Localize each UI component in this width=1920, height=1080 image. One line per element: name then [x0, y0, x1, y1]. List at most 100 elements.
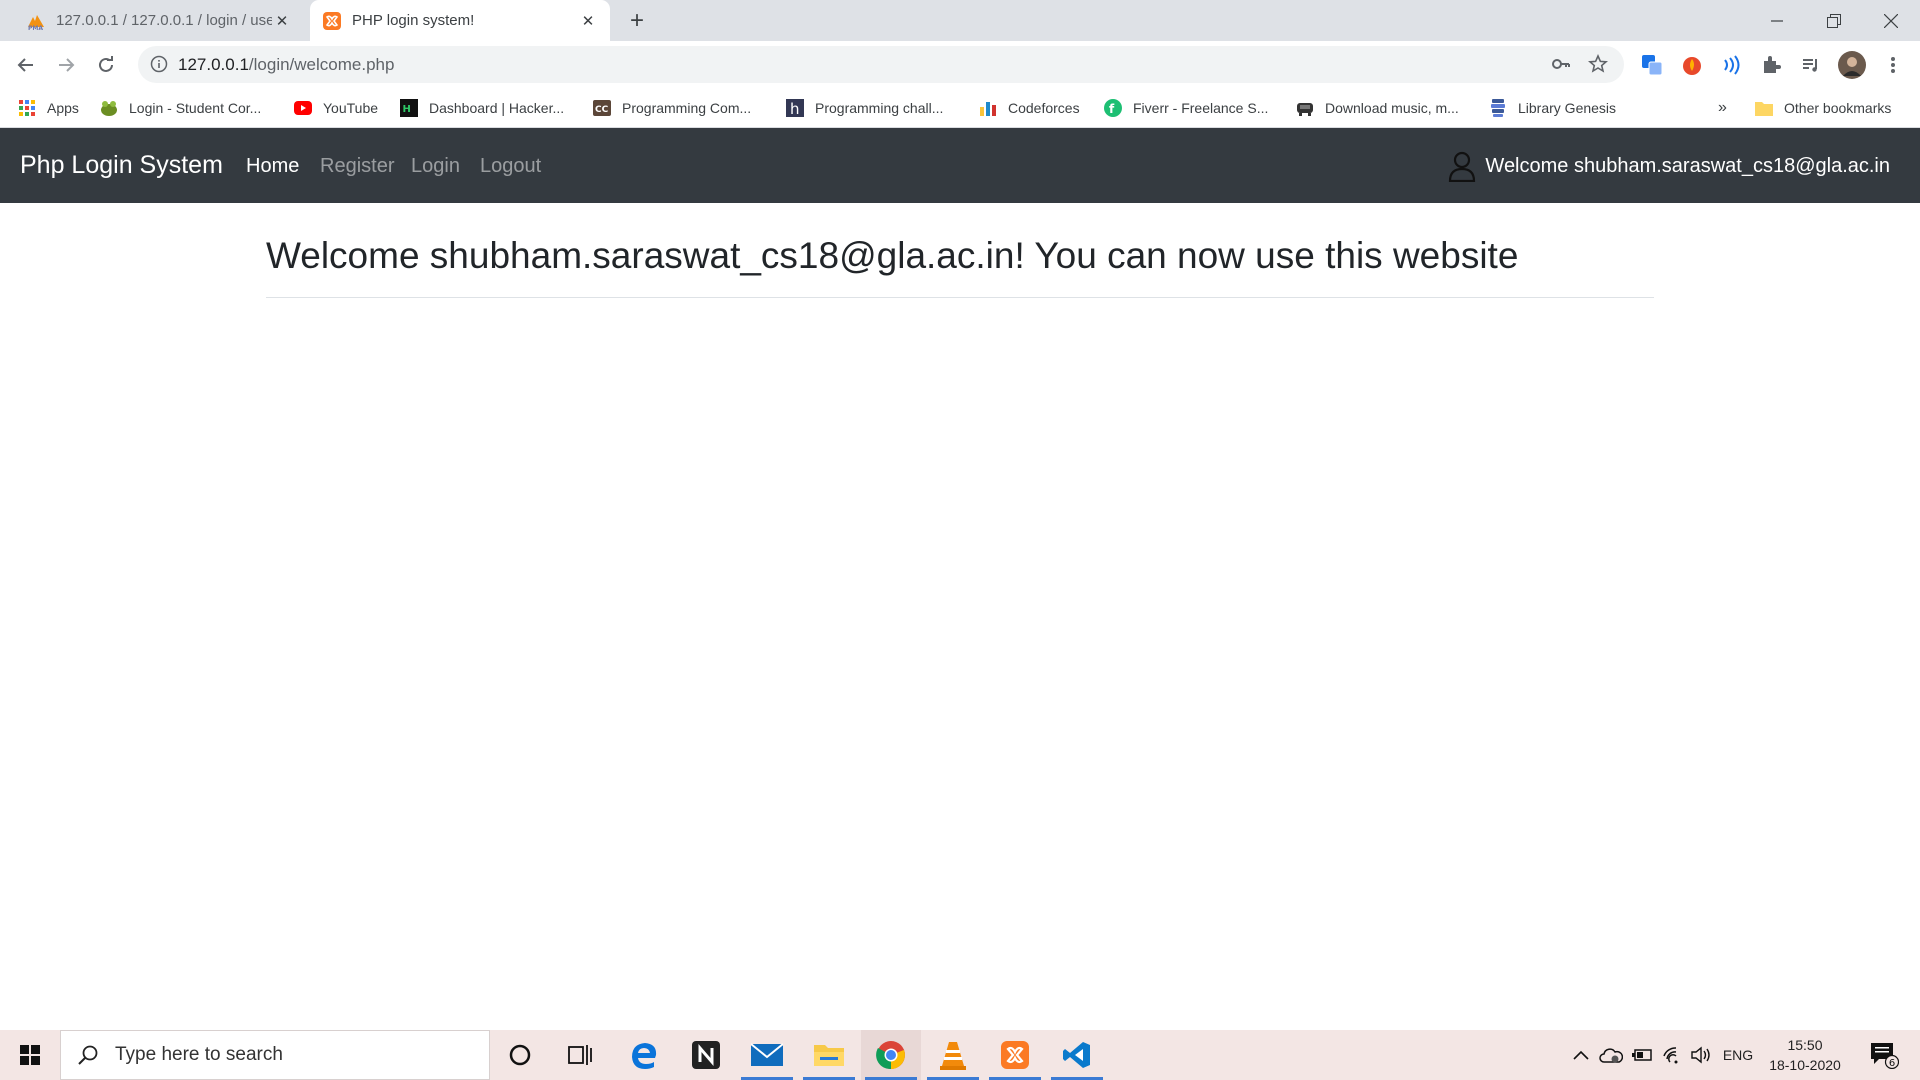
taskbar-chrome[interactable]: [861, 1030, 921, 1080]
read-aloud-extension-icon[interactable]: [1718, 52, 1744, 78]
address-bar[interactable]: 127.0.0.1/login/welcome.php: [138, 46, 1624, 83]
taskbar-clock[interactable]: 15:50 18-10-2020: [1760, 1035, 1850, 1075]
extensions-puzzle-icon[interactable]: [1758, 52, 1784, 78]
navbar-user-welcome: Welcome shubham.saraswat_cs18@gla.ac.in: [1447, 151, 1890, 182]
windows-logo-icon: [20, 1045, 40, 1065]
fiverr-icon: f: [1104, 99, 1122, 117]
music-icon: [1296, 99, 1314, 117]
nav-login[interactable]: Login: [411, 155, 460, 178]
bookmarks-overflow-button[interactable]: »: [1718, 96, 1727, 120]
speaker-icon: [1691, 1046, 1710, 1064]
page-content: Welcome shubham.saraswat_cs18@gla.ac.in!…: [266, 203, 1654, 298]
notification-icon: 6: [1871, 1043, 1899, 1069]
user-welcome-text: Welcome shubham.saraswat_cs18@gla.ac.in: [1485, 154, 1890, 177]
cloud-sync-icon: [1599, 1048, 1623, 1063]
forward-arrow-icon: [59, 58, 75, 72]
menu-kebab-icon[interactable]: [1880, 52, 1906, 78]
tab-title: PHP login system!: [352, 12, 475, 29]
folder-icon: [1755, 99, 1773, 117]
folder-icon: [814, 1045, 844, 1066]
hackerrank-icon: H: [400, 99, 418, 117]
close-icon[interactable]: ✕: [578, 11, 598, 31]
back-button[interactable]: [10, 49, 42, 81]
bookmark-codeforces[interactable]: Codeforces: [979, 96, 1080, 120]
action-center-button[interactable]: 6: [1866, 1030, 1902, 1080]
bookmark-youtube[interactable]: YouTube: [294, 96, 378, 120]
navbar-brand[interactable]: Php Login System: [20, 151, 223, 180]
library-icon: [1489, 99, 1507, 117]
translate-extension-icon[interactable]: [1639, 52, 1665, 78]
bookmark-student-corner[interactable]: Login - Student Cor...: [100, 96, 261, 120]
wifi-tray[interactable]: [1660, 1030, 1684, 1080]
bookmark-hackerearth[interactable]: h Programming chall...: [786, 96, 943, 120]
tab-php-login-system[interactable]: PHP login system! ✕: [310, 0, 610, 41]
bookmark-label: Fiverr - Freelance S...: [1133, 100, 1269, 116]
tab-title: 127.0.0.1 / 127.0.0.1 / login / users | …: [56, 12, 272, 29]
other-bookmarks-label: Other bookmarks: [1784, 100, 1892, 116]
task-view-button[interactable]: [550, 1030, 610, 1080]
bookmark-label: Programming Com...: [622, 100, 752, 116]
user-icon: [1449, 151, 1476, 182]
chevron-up-icon: [1573, 1050, 1589, 1060]
taskbar-vlc[interactable]: [923, 1030, 983, 1080]
tab-phpmyadmin[interactable]: PMA 127.0.0.1 / 127.0.0.1 / login / user…: [14, 0, 304, 41]
input-language[interactable]: ENG: [1720, 1030, 1756, 1080]
bookmark-hackerrank[interactable]: H Dashboard | Hacker...: [400, 96, 564, 120]
battery-tray[interactable]: [1630, 1030, 1654, 1080]
nav-register[interactable]: Register: [320, 155, 394, 178]
taskbar-mail[interactable]: [737, 1030, 797, 1080]
taskbar-xampp[interactable]: [985, 1030, 1045, 1080]
star-icon[interactable]: [1588, 54, 1608, 74]
close-window-button[interactable]: [1862, 0, 1919, 41]
mail-icon: [751, 1043, 783, 1066]
reload-button[interactable]: [90, 49, 122, 81]
key-icon[interactable]: [1551, 54, 1571, 74]
flame-extension-icon[interactable]: [1679, 52, 1705, 78]
url-text[interactable]: 127.0.0.1/login/welcome.php: [178, 55, 394, 75]
cortana-button[interactable]: [490, 1030, 550, 1080]
bookmark-label: Library Genesis: [1518, 100, 1617, 116]
restore-icon: [1826, 13, 1841, 28]
svg-text:h: h: [790, 100, 800, 117]
volume-tray[interactable]: [1690, 1030, 1714, 1080]
xampp-icon: [323, 11, 341, 30]
hackerearth-icon: h: [786, 99, 804, 117]
youtube-icon: [294, 99, 312, 117]
new-tab-button[interactable]: +: [624, 7, 650, 34]
onedrive-tray[interactable]: [1598, 1030, 1624, 1080]
show-hidden-icons-button[interactable]: [1570, 1030, 1592, 1080]
bookmark-fiverr[interactable]: f Fiverr - Freelance S...: [1104, 96, 1268, 120]
codechef-icon: CC: [593, 99, 611, 117]
taskbar-search-box[interactable]: Type here to search: [60, 1030, 490, 1080]
xampp-icon: [1001, 1041, 1029, 1069]
restore-button[interactable]: [1805, 0, 1862, 41]
clock-time: 15:50: [1787, 1037, 1823, 1053]
taskbar-vscode[interactable]: [1047, 1030, 1107, 1080]
battery-icon: [1632, 1049, 1652, 1061]
taskbar-notion[interactable]: [676, 1030, 736, 1080]
bookmark-download-music[interactable]: Download music, m...: [1296, 96, 1459, 120]
media-playlist-icon[interactable]: [1798, 52, 1824, 78]
overflow-label: »: [1718, 99, 1727, 116]
start-button[interactable]: [0, 1030, 60, 1080]
vscode-icon: [1063, 1042, 1090, 1068]
info-icon[interactable]: [150, 55, 168, 73]
profile-avatar[interactable]: [1838, 51, 1866, 79]
minimize-button[interactable]: [1748, 0, 1805, 41]
bookmark-apps[interactable]: Apps: [18, 96, 79, 120]
bookmark-library-genesis[interactable]: Library Genesis: [1489, 96, 1616, 120]
nav-logout[interactable]: Logout: [480, 155, 541, 178]
nav-home[interactable]: Home: [246, 155, 299, 178]
welcome-heading: Welcome shubham.saraswat_cs18@gla.ac.in!…: [266, 235, 1654, 298]
bookmark-codechef[interactable]: CC Programming Com...: [593, 96, 751, 120]
taskbar-edge[interactable]: [614, 1030, 674, 1080]
other-bookmarks-folder[interactable]: Other bookmarks: [1755, 96, 1891, 120]
codeforces-icon: [979, 99, 997, 117]
browser-toolbar: 127.0.0.1/login/welcome.php: [0, 41, 1920, 88]
bookmark-label: Login - Student Cor...: [129, 100, 262, 116]
close-icon[interactable]: ✕: [272, 11, 292, 31]
taskbar-file-explorer[interactable]: [799, 1030, 859, 1080]
forward-button[interactable]: [50, 49, 82, 81]
cortana-circle-icon: [509, 1044, 531, 1066]
bookmark-label: Codeforces: [1008, 100, 1080, 116]
